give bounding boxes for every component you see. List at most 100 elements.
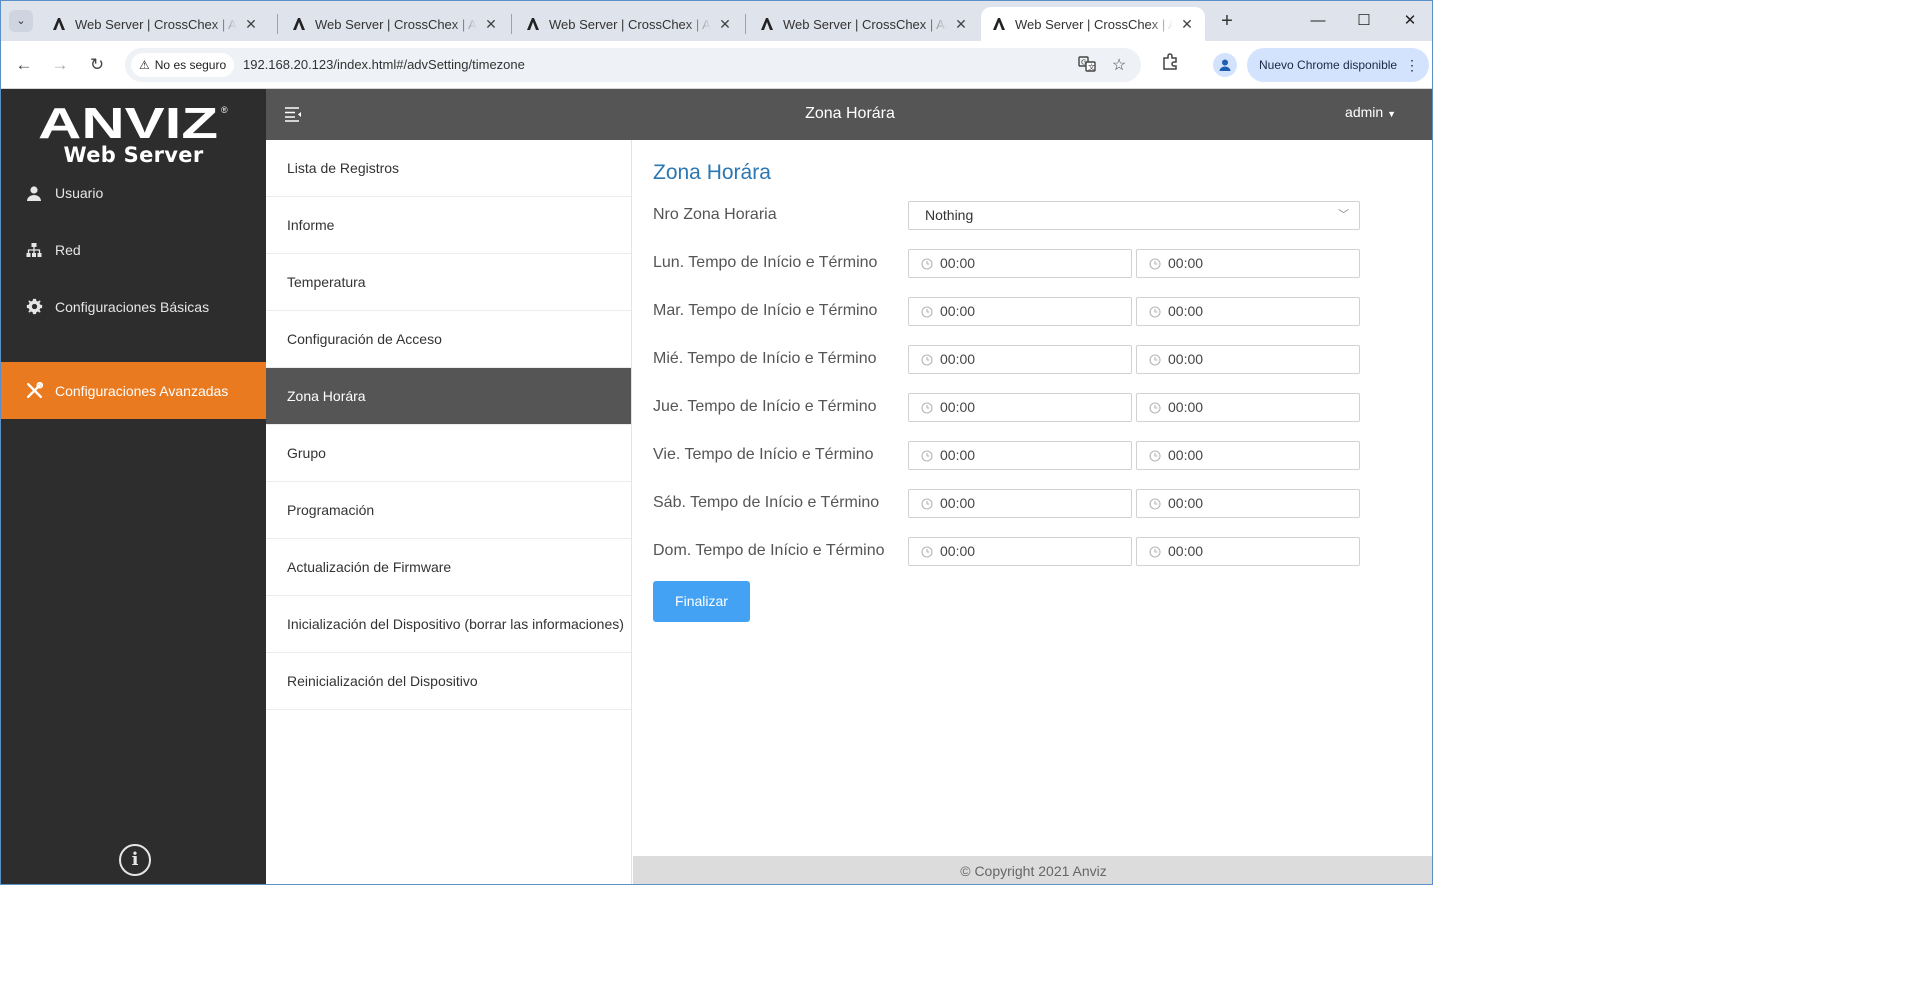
clock-icon [921,450,933,462]
back-button[interactable]: ← [12,53,36,77]
clock-icon [1149,258,1161,270]
clock-icon [1149,354,1161,366]
submenu-item-grupo[interactable]: Grupo [266,425,631,482]
browser-tab[interactable]: Web Server | CrossChex | Anviz ✕ [515,7,743,41]
sidebar-item-label: Usuario [55,184,104,201]
end-time-input[interactable]: 00:00 [1136,441,1360,470]
submenu-item-lista-de-registros[interactable]: Lista de Registros [266,140,631,197]
tools-icon [25,382,43,400]
start-time-value: 00:00 [940,303,976,319]
browser-window: ⌄ Web Server | CrossChex | Anviz ✕ Web S… [0,0,1433,885]
profile-avatar[interactable] [1213,53,1237,77]
translate-icon[interactable]: G文 [1077,55,1097,75]
caret-down-icon: ▼ [1387,109,1396,119]
header-title: Zona Horára [805,105,895,122]
tab-search-button[interactable]: ⌄ [9,10,33,32]
zone-number-label: Nro Zona Horaria [653,206,777,223]
sidebar-item-configuraciones-avanzadas[interactable]: Configuraciones Avanzadas [1,362,266,419]
end-time-input[interactable]: 00:00 [1136,249,1360,278]
start-time-input[interactable]: 00:00 [908,537,1132,566]
submenu: Lista de Registros Informe Temperatura C… [266,140,632,884]
url-text[interactable]: 192.168.20.123/index.html#/advSetting/ti… [243,57,525,72]
browser-tab[interactable]: Web Server | CrossChex | Anviz ✕ [41,7,269,41]
end-time-input[interactable]: 00:00 [1136,393,1360,422]
tab-close-icon[interactable]: ✕ [1179,16,1195,33]
reload-button[interactable]: ↻ [85,53,109,77]
anviz-wordmark: ANVIZ ® [38,103,228,141]
end-time-input[interactable]: 00:00 [1136,537,1360,566]
clock-icon [1149,306,1161,318]
tab-close-icon[interactable]: ✕ [243,16,259,33]
browser-toolbar: ← → ↻ ⚠ No es seguro 192.168.20.123/inde… [1,41,1432,89]
tab-close-icon[interactable]: ✕ [483,16,499,33]
submenu-item-zona-horaria[interactable]: Zona Horára [266,368,631,425]
address-bar[interactable]: ⚠ No es seguro 192.168.20.123/index.html… [125,48,1141,82]
submenu-item-actualizacion-de-firmware[interactable]: Actualización de Firmware [266,539,631,596]
minimize-button[interactable]: — [1295,9,1341,33]
web-app: ANVIZ ® Web Server Usuario Red Configura… [1,89,1432,884]
sidebar-item-configuraciones-basicas[interactable]: Configuraciones Básicas [1,278,266,335]
bookmark-star-icon[interactable]: ☆ [1109,55,1129,75]
sidebar-item-usuario[interactable]: Usuario [1,164,266,221]
sidebar: ANVIZ ® Web Server Usuario Red Configura… [1,89,266,884]
window-close-button[interactable]: ✕ [1387,9,1432,33]
user-icon [25,184,43,202]
app-header: Zona Horára admin ▼ [266,89,1432,140]
footer-copyright: © Copyright 2021 Anviz [633,856,1432,884]
day-label: Mié. Tempo de Início e Término [653,350,877,367]
sidebar-item-label: Configuraciones Básicas [55,298,210,315]
submenu-item-informe[interactable]: Informe [266,197,631,254]
day-label: Dom. Tempo de Início e Término [653,542,885,559]
extensions-icon[interactable] [1158,53,1182,77]
day-row-lun: Lun. Tempo de Início e Término 00:00 00:… [653,248,1432,278]
start-time-value: 00:00 [940,495,976,511]
day-row-vie: Vie. Tempo de Início e Término 00:00 00:… [653,440,1432,470]
end-time-input[interactable]: 00:00 [1136,345,1360,374]
clock-icon [921,354,933,366]
zone-number-select[interactable]: Nothing ﹀ [908,201,1360,230]
svg-text:®: ® [221,105,228,115]
info-icon[interactable]: i [119,844,151,876]
security-chip[interactable]: ⚠ No es seguro [131,53,235,77]
submenu-item-configuracion-de-acceso[interactable]: Configuración de Acceso [266,311,631,368]
start-time-input[interactable]: 00:00 [908,393,1132,422]
tab-close-icon[interactable]: ✕ [953,16,969,33]
tab-title: Web Server | CrossChex | Anviz [315,16,477,32]
browser-tab[interactable]: Web Server | CrossChex | Anviz ✕ [749,7,979,41]
anviz-favicon-icon [761,18,773,30]
forward-button[interactable]: → [48,53,72,77]
user-name: admin [1345,104,1384,120]
submenu-item-reinicializacion-del-dispositivo[interactable]: Reinicialización del Dispositivo [266,653,631,710]
browser-tab[interactable]: Web Server | CrossChex | Anviz ✕ [281,7,509,41]
kebab-menu-icon[interactable]: ⋮ [1405,57,1419,74]
submenu-item-temperatura[interactable]: Temperatura [266,254,631,311]
start-time-input[interactable]: 00:00 [908,249,1132,278]
anviz-favicon-icon [293,18,305,30]
submenu-item-inicializacion-del-dispositivo[interactable]: Inicialización del Dispositivo (borrar l… [266,596,631,653]
tab-title: Web Server | CrossChex | Anviz [783,16,947,32]
start-time-input[interactable]: 00:00 [908,297,1132,326]
clock-icon [1149,450,1161,462]
user-menu[interactable]: admin ▼ [1345,104,1396,120]
end-time-input[interactable]: 00:00 [1136,489,1360,518]
browser-tab-active[interactable]: Web Server | CrossChex | Anviz ✕ [981,7,1205,41]
tab-close-icon[interactable]: ✕ [717,16,733,33]
chevron-down-icon: ﹀ [1338,209,1349,221]
sidebar-item-red[interactable]: Red [1,221,266,278]
chrome-update-button[interactable]: Nuevo Chrome disponible ⋮ [1247,48,1429,82]
day-row-jue: Jue. Tempo de Início e Término 00:00 00:… [653,392,1432,422]
warning-icon: ⚠ [139,58,150,72]
end-time-input[interactable]: 00:00 [1136,297,1360,326]
start-time-value: 00:00 [940,543,976,559]
start-time-input[interactable]: 00:00 [908,489,1132,518]
finalizar-button[interactable]: Finalizar [653,581,750,622]
clock-icon [921,402,933,414]
maximize-button[interactable]: ☐ [1341,9,1387,33]
new-tab-button[interactable]: + [1215,9,1239,33]
start-time-value: 00:00 [940,255,976,271]
start-time-input[interactable]: 00:00 [908,441,1132,470]
submenu-item-programacion[interactable]: Programación [266,482,631,539]
start-time-input[interactable]: 00:00 [908,345,1132,374]
tab-title: Web Server | CrossChex | Anviz [1015,16,1173,32]
network-icon [25,241,43,259]
